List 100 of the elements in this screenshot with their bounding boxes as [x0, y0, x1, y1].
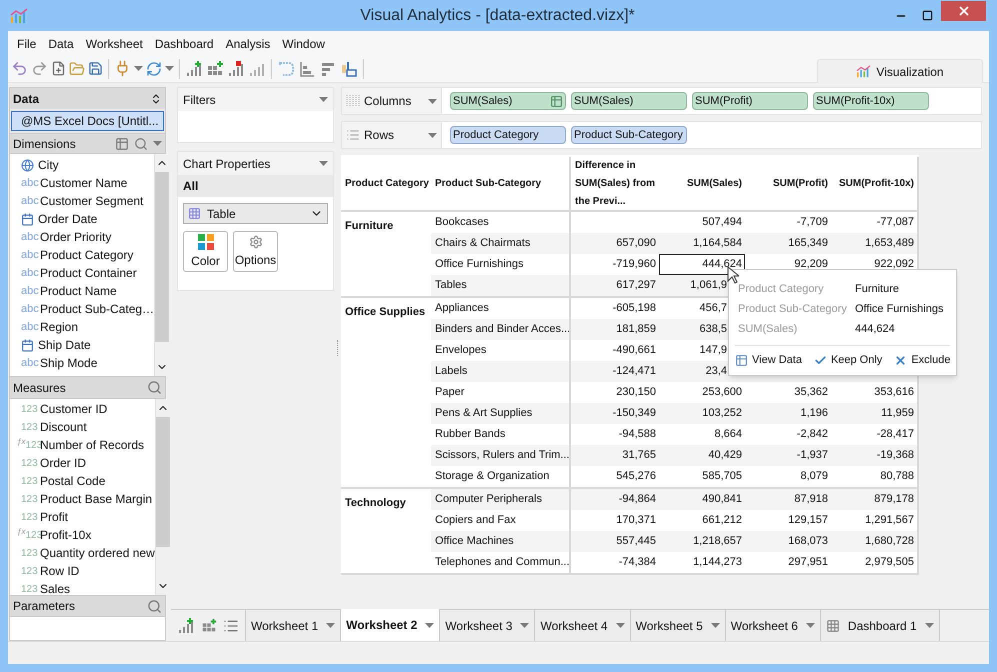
table-icon — [735, 354, 748, 367]
undo-icon[interactable] — [11, 60, 28, 77]
add-grid-icon[interactable] — [206, 60, 224, 78]
field-item[interactable]: Product Base Margin — [40, 490, 152, 508]
tooltip-action[interactable]: Exclude — [894, 352, 950, 368]
sort-toggle-icon[interactable] — [150, 92, 162, 104]
dropdown-caret-icon[interactable] — [806, 623, 815, 628]
sheet-tab[interactable]: Worksheet 6 — [726, 610, 821, 641]
dropdown-caret-icon[interactable] — [425, 622, 434, 628]
search-icon[interactable] — [134, 136, 148, 150]
menu-item[interactable]: Data — [43, 35, 79, 55]
chart-type-dropdown[interactable]: Table — [183, 203, 328, 224]
scrollbar[interactable] — [154, 154, 170, 376]
add-chart-icon[interactable] — [185, 60, 203, 78]
delete-chart-icon[interactable] — [227, 60, 245, 78]
sort-ascending-icon[interactable] — [298, 60, 316, 78]
field-item[interactable]: Product Sub-Categ… — [40, 300, 154, 318]
property-button[interactable]: Options — [233, 231, 278, 272]
close-button[interactable] — [941, 1, 986, 21]
dropdown-caret-icon[interactable] — [319, 97, 328, 102]
tooltip-action[interactable]: Keep Only — [814, 352, 882, 368]
table-cell-text: 353,616 — [874, 385, 914, 400]
shelf-pill[interactable]: SUM(Sales) — [450, 92, 566, 110]
scrollbar-thumb[interactable] — [156, 417, 170, 547]
field-item[interactable]: Discount — [40, 418, 87, 436]
field-item[interactable]: Postal Code — [40, 472, 106, 490]
dropdown-caret-icon[interactable] — [428, 132, 437, 138]
field-item[interactable]: Profit-10x — [40, 526, 92, 544]
dropdown-caret-icon[interactable] — [326, 623, 336, 628]
dropdown-caret-icon[interactable] — [520, 623, 530, 628]
field-item[interactable]: Region — [40, 318, 78, 336]
new-worksheet-icon[interactable] — [177, 616, 195, 634]
column-header[interactable]: SUM(Profit-10x) — [838, 174, 914, 192]
property-button[interactable]: Color — [183, 231, 228, 272]
table-cell-text: 129,157 — [788, 513, 828, 528]
field-item[interactable]: Order Date — [38, 210, 98, 228]
column-header[interactable]: SUM(Sales) — [686, 174, 742, 192]
scrollbar-thumb[interactable] — [155, 172, 170, 342]
column-header[interactable]: Product Sub-Category — [435, 174, 542, 192]
menu-item[interactable]: Analysis — [220, 35, 276, 55]
field-item[interactable]: Row ID — [40, 562, 80, 580]
table-cell-text: 1,218,657 — [693, 534, 742, 550]
menu-item[interactable]: Dashboard — [150, 35, 219, 55]
new-file-icon[interactable] — [51, 61, 66, 76]
dropdown-caret-icon[interactable] — [710, 623, 720, 628]
dropdown-caret-icon[interactable] — [428, 98, 437, 104]
menu-item[interactable]: Window — [277, 35, 330, 55]
field-item[interactable]: Customer Name — [40, 174, 128, 192]
visualization-tab[interactable]: Visualization — [817, 59, 983, 83]
column-header[interactable]: Difference in SUM(Sales) from the Previ... — [575, 156, 659, 210]
field-item[interactable]: Ship Date — [38, 336, 91, 354]
sheet-tab[interactable]: Dashboard 1 — [820, 610, 940, 641]
field-item[interactable]: Profit — [40, 508, 68, 526]
dropdown-caret-icon[interactable] — [319, 161, 328, 166]
sheet-tab[interactable]: Worksheet 1 — [246, 610, 342, 641]
search-icon[interactable] — [147, 380, 162, 395]
shelf-pill[interactable]: SUM(Profit) — [692, 92, 808, 110]
menu-item[interactable]: Worksheet — [80, 35, 148, 55]
column-header[interactable]: Product Category — [345, 174, 429, 192]
field-item[interactable]: Number of Records — [40, 436, 144, 454]
field-item[interactable]: Product Category — [40, 246, 134, 264]
dropdown-caret-icon[interactable] — [924, 623, 934, 628]
redo-icon[interactable] — [31, 60, 48, 77]
field-item[interactable]: Customer Segment — [40, 192, 144, 210]
field-item[interactable]: Quantity ordered new — [40, 544, 155, 562]
dropdown-caret-icon[interactable] — [134, 66, 143, 71]
menu-item[interactable]: File — [12, 35, 42, 55]
field-item[interactable]: City — [38, 156, 59, 174]
field-item[interactable]: Customer ID — [40, 400, 108, 418]
dropdown-caret-icon[interactable] — [165, 66, 174, 71]
shelf-pill[interactable]: Product Category — [450, 126, 566, 144]
new-dashboard-icon[interactable] — [201, 618, 217, 634]
scrollbar[interactable] — [154, 399, 170, 595]
shelf-pill[interactable]: Product Sub-Category — [571, 126, 687, 144]
table-cell-text: 456,7 — [699, 301, 727, 316]
type-label: abc — [21, 194, 36, 209]
save-icon[interactable] — [88, 61, 103, 76]
dropdown-caret-icon[interactable] — [153, 141, 162, 146]
sheet-tab[interactable]: Worksheet 3 — [440, 610, 536, 641]
shelf-pill[interactable]: SUM(Profit-10x) — [813, 92, 929, 110]
column-header[interactable]: SUM(Profit) — [773, 174, 828, 192]
tab-list-icon[interactable] — [223, 618, 239, 634]
tooltip-action[interactable]: View Data — [735, 352, 802, 368]
refresh-icon[interactable] — [146, 60, 162, 76]
field-item[interactable]: Order Priority — [40, 228, 112, 246]
sheet-tab[interactable]: Worksheet 2 — [341, 609, 440, 641]
field-item[interactable]: Ship Mode — [40, 354, 98, 372]
field-item[interactable]: Product Name — [40, 282, 117, 300]
field-item[interactable]: Order ID — [40, 454, 86, 472]
data-source-item[interactable]: @MS Excel Docs [Untitl... — [11, 111, 164, 131]
shelf-label: Rows — [364, 127, 396, 144]
field-item[interactable]: Sales — [40, 580, 70, 598]
sheet-tab[interactable]: Worksheet 5 — [630, 610, 726, 641]
search-icon[interactable] — [147, 598, 162, 614]
table-icon[interactable] — [115, 136, 129, 150]
shelf-pill[interactable]: SUM(Sales) — [571, 92, 687, 110]
dropdown-caret-icon[interactable] — [616, 623, 625, 628]
folder-icon[interactable] — [69, 60, 85, 76]
sheet-tab[interactable]: Worksheet 4 — [535, 610, 631, 641]
field-item[interactable]: Product Container — [40, 264, 137, 282]
